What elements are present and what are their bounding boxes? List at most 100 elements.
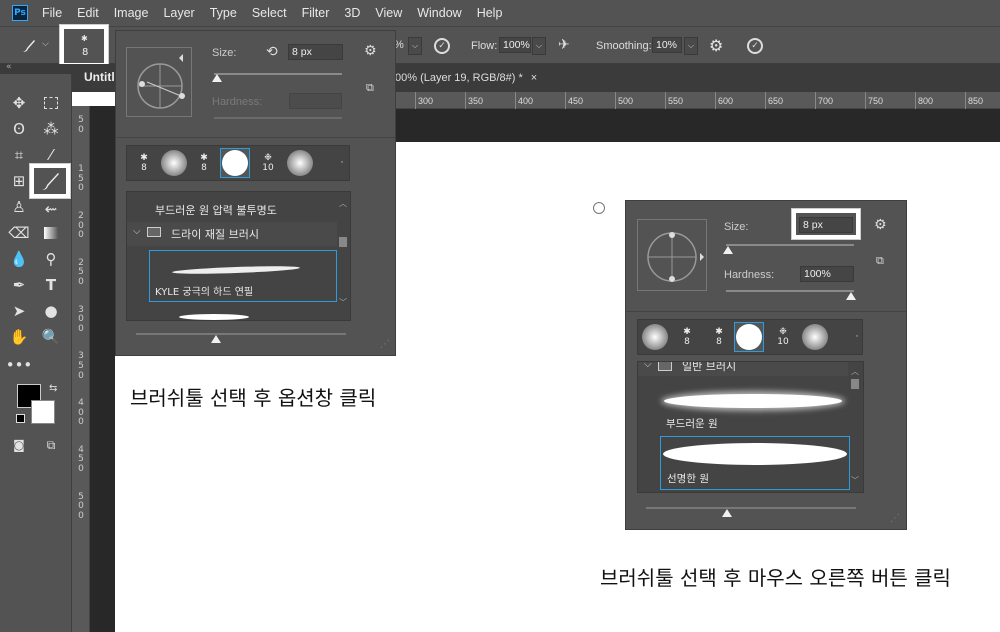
- size-input[interactable]: 8 px: [799, 217, 853, 233]
- size-slider-track[interactable]: [214, 73, 342, 75]
- preset-item[interactable]: ❉ 10: [768, 322, 798, 352]
- healing-brush-icon[interactable]: ⊞: [8, 170, 30, 192]
- hand-tool-icon[interactable]: ✋: [8, 326, 30, 348]
- blur-icon[interactable]: 💧: [8, 248, 30, 270]
- menu-select[interactable]: Select: [252, 6, 287, 20]
- opacity-dropdown[interactable]: ⌵: [408, 37, 422, 55]
- menu-type[interactable]: Type: [210, 6, 237, 20]
- preset-item-selected[interactable]: [734, 322, 764, 352]
- zoom-tool-icon[interactable]: 🔍: [40, 326, 62, 348]
- hardness-slider-thumb[interactable]: [846, 292, 856, 300]
- resize-grip-icon[interactable]: ⋰: [380, 339, 390, 350]
- brush-tool-icon[interactable]: [20, 37, 38, 55]
- chevron-down-icon[interactable]: ⌵: [42, 39, 49, 49]
- flow-dropdown[interactable]: ⌵: [532, 37, 546, 55]
- screen-mode-icon[interactable]: ⧉: [40, 434, 62, 456]
- doc-tab-layer19[interactable]: 00% (Layer 19, RGB/8#) * ×: [395, 64, 550, 92]
- list-item-selected[interactable]: KYLE 궁극의 하드 연필: [149, 250, 337, 302]
- preset-item[interactable]: [800, 322, 830, 352]
- menu-view[interactable]: View: [375, 6, 402, 20]
- list-item[interactable]: 부드러운 원: [660, 382, 848, 432]
- scrollbar[interactable]: ︿ ﹀: [851, 366, 861, 490]
- close-icon[interactable]: ×: [531, 72, 537, 84]
- pressure-opacity-icon[interactable]: ✓: [434, 38, 450, 54]
- menu-filter[interactable]: Filter: [302, 6, 330, 20]
- list-item-selected[interactable]: 선명한 원: [660, 436, 850, 490]
- path-select-icon[interactable]: ➤: [8, 300, 30, 322]
- preset-item[interactable]: [159, 148, 189, 178]
- list-item[interactable]: 부드러운 원 압력 불투명도: [155, 202, 277, 218]
- preset-item[interactable]: ·: [842, 322, 872, 352]
- preset-item[interactable]: [640, 322, 670, 352]
- preset-item[interactable]: ✱ 8: [129, 148, 159, 178]
- preview-size-slider[interactable]: [136, 333, 346, 335]
- swap-colors-icon[interactable]: ⇆: [49, 383, 57, 394]
- preset-item[interactable]: ·: [327, 148, 357, 178]
- smoothing-input[interactable]: 10%: [652, 37, 682, 53]
- chevron-down-icon[interactable]: ⌵: [133, 226, 141, 237]
- chevron-down-icon[interactable]: ⌵: [644, 362, 652, 370]
- preset-item[interactable]: [285, 148, 315, 178]
- magic-wand-icon[interactable]: ⁂: [40, 118, 62, 140]
- preset-item[interactable]: ✱ 8: [704, 322, 734, 352]
- size-slider-track[interactable]: [726, 244, 854, 246]
- preview-size-thumb[interactable]: [211, 335, 221, 343]
- menu-edit[interactable]: Edit: [77, 6, 99, 20]
- pen-tool-icon[interactable]: ✒: [8, 274, 30, 296]
- eraser-icon[interactable]: ⌫: [8, 222, 30, 244]
- eyedropper-icon[interactable]: ⁄: [40, 144, 62, 166]
- menu-window[interactable]: Window: [417, 6, 461, 20]
- smoothing-dropdown[interactable]: ⌵: [684, 37, 698, 55]
- menu-layer[interactable]: Layer: [163, 6, 194, 20]
- preset-item[interactable]: ✱ 8: [189, 148, 219, 178]
- brush-preset-picker[interactable]: ✱ 8: [60, 25, 108, 67]
- airbrush-icon[interactable]: ✈: [558, 37, 578, 55]
- brush-tool-button[interactable]: [30, 164, 70, 198]
- dodge-icon[interactable]: ⚲: [40, 248, 62, 270]
- gear-icon[interactable]: ⚙: [874, 217, 887, 233]
- marquee-tool-icon[interactable]: [40, 92, 62, 114]
- pressure-size-icon[interactable]: ✓: [747, 38, 763, 54]
- hardness-input[interactable]: [289, 93, 342, 109]
- menu-image[interactable]: Image: [114, 6, 149, 20]
- type-tool-icon[interactable]: T: [40, 274, 62, 296]
- gear-icon[interactable]: ⚙: [709, 36, 723, 55]
- hardness-input[interactable]: 100%: [800, 266, 854, 282]
- menu-3d[interactable]: 3D: [344, 6, 360, 20]
- new-preset-icon[interactable]: ⧉: [366, 81, 374, 95]
- size-slider-thumb[interactable]: [212, 74, 222, 82]
- menu-file[interactable]: File: [42, 6, 62, 20]
- resize-grip-icon[interactable]: ⋰: [890, 513, 900, 524]
- move-tool-icon[interactable]: ✥: [8, 92, 30, 114]
- size-input[interactable]: 8 px: [288, 44, 343, 60]
- background-color-swatch[interactable]: [31, 400, 55, 424]
- size-slider-thumb[interactable]: [723, 246, 733, 254]
- brush-angle-preview[interactable]: [637, 219, 707, 291]
- quick-mask-icon[interactable]: ◙: [8, 434, 30, 456]
- reset-icon[interactable]: ⟲: [266, 44, 278, 60]
- default-colors-icon[interactable]: [16, 414, 25, 423]
- ellipse-tool-icon[interactable]: ●: [40, 300, 62, 322]
- gradient-icon[interactable]: [40, 222, 62, 244]
- flow-input[interactable]: 100%: [499, 37, 531, 53]
- preset-item[interactable]: ❉ 10: [253, 148, 283, 178]
- brush-folder-row[interactable]: ⌵ 드라이 재질 브러시: [127, 222, 337, 246]
- lasso-tool-icon[interactable]: ʘ: [8, 118, 30, 140]
- more-tools-icon[interactable]: •••: [6, 354, 33, 376]
- preview-size-slider[interactable]: [646, 507, 856, 509]
- brush-folder-row[interactable]: ⌵ 일반 브러시: [638, 362, 848, 376]
- scrollbar[interactable]: ︿ ﹀: [339, 198, 349, 314]
- hardness-slider-track[interactable]: [726, 290, 854, 292]
- double-chevron-icon[interactable]: «: [6, 62, 12, 72]
- preset-item[interactable]: ✱ 8: [672, 322, 702, 352]
- crop-tool-icon[interactable]: ⌗: [8, 144, 30, 166]
- hardness-slider-track[interactable]: [214, 117, 342, 119]
- brush-angle-preview[interactable]: [126, 47, 192, 117]
- preset-item-selected[interactable]: [220, 148, 250, 178]
- new-preset-icon[interactable]: ⧉: [876, 254, 884, 268]
- clone-stamp-icon[interactable]: ♙: [8, 196, 30, 218]
- history-brush-icon[interactable]: ⇜: [40, 198, 62, 220]
- preview-size-thumb[interactable]: [722, 509, 732, 517]
- gear-icon[interactable]: ⚙: [364, 43, 377, 59]
- menu-help[interactable]: Help: [477, 6, 503, 20]
